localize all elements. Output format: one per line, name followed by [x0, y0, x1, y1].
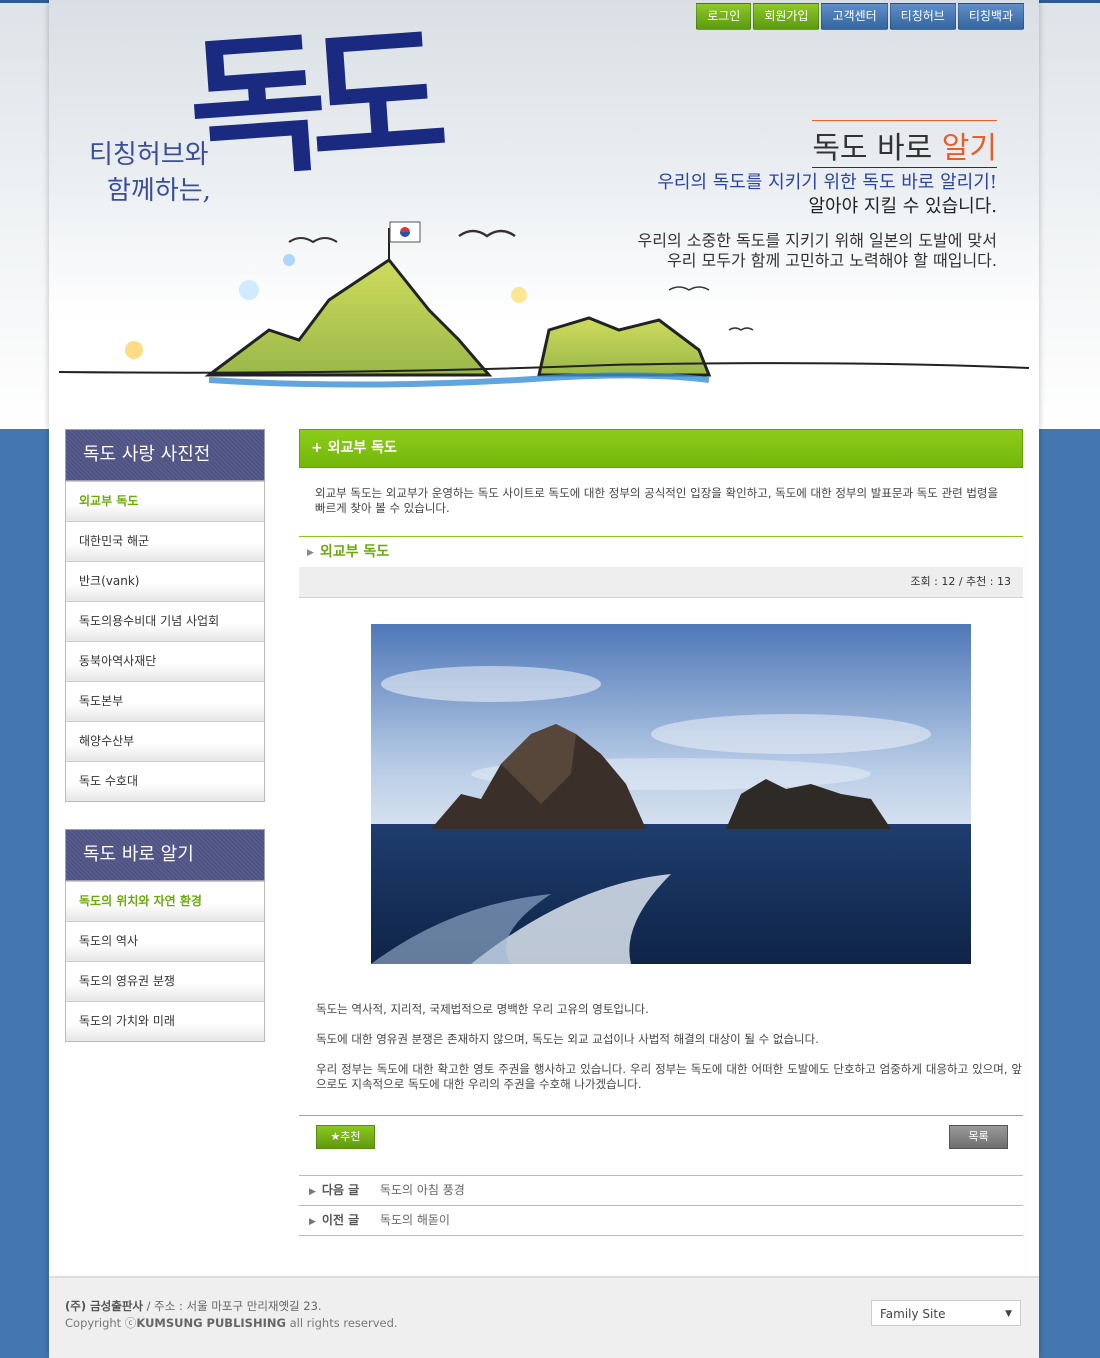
prev-post-title[interactable]: 독도의 해돋이 — [380, 1213, 450, 1227]
header-title-part-a: 독도 바로 — [812, 131, 942, 166]
sidebar-title: 독도 사랑 사진전 — [65, 429, 265, 481]
sidebar-list: 독도의 위치와 자연 환경 독도의 역사 독도의 영유권 분쟁 독도의 가치와 … — [65, 881, 265, 1042]
header-desc-2: 우리 모두가 함께 고민하고 노력해야 할 때입니다. — [666, 251, 997, 270]
triangle-right-icon: ▶ — [307, 548, 314, 558]
sidebar-item-dokdo-headquarters[interactable]: 독도본부 — [66, 681, 264, 721]
dokdo-photo-image — [371, 624, 971, 964]
family-site-label: Family Site — [880, 1307, 946, 1321]
sidebar-item-navy[interactable]: 대한민국 해군 — [66, 521, 264, 561]
sidebar-item-northeast-asian-history[interactable]: 동북아역사재단 — [66, 641, 264, 681]
triangle-right-icon: ▶ — [309, 1217, 316, 1227]
sidebar-know-dokdo: 독도 바로 알기 독도의 위치와 자연 환경 독도의 역사 독도의 영유권 분쟁… — [65, 829, 265, 1042]
sidebar-list: 외교부 독도 대한민국 해군 반크(vank) 독도의용수비대 기념 사업회 동… — [65, 481, 265, 802]
chevron-down-icon: ▼ — [1005, 1309, 1012, 1319]
footer-copyright: Copyright ⓒKUMSUNG PUBLISHING all rights… — [65, 1315, 398, 1331]
main-content: + 외교부 독도 외교부 독도는 외교부가 운영하는 독도 사이트로 독도에 대… — [299, 429, 1023, 1236]
post-meta: 조회 : 12 / 추천 : 13 — [299, 567, 1023, 598]
sidebar-item-volunteer-guard[interactable]: 독도의용수비대 기념 사업회 — [66, 601, 264, 641]
sidebar-item-oceans-fisheries[interactable]: 해양수산부 — [66, 721, 264, 761]
post-paragraph-3: 우리 정부는 독도에 대한 확고한 영토 주권을 행사하고 있습니다. 우리 정… — [316, 1062, 1022, 1091]
prev-post-label: 이전 글 — [321, 1213, 360, 1227]
footer-address: (주) 금성출판사 / 주소 : 서울 마포구 만리재옛길 23. — [65, 1298, 322, 1314]
sidebar-item-location-nature[interactable]: 독도의 위치와 자연 환경 — [66, 881, 264, 921]
customer-center-button[interactable]: 고객센터 — [821, 3, 888, 30]
copyright-company: KUMSUNG PUBLISHING — [136, 1316, 286, 1330]
header-banner: 독도 티칭허브와 함께하는, 독도 바로 알기 우리의 독도를 지키기 위한 독… — [49, 0, 1039, 429]
top-menu: 로그인 회원가입 고객센터 티칭허브 티칭백과 — [696, 3, 1024, 30]
post-action-bar: ★추천 목록 — [299, 1115, 1023, 1176]
logo-subtitle-2: 함께하는, — [107, 176, 211, 206]
login-button[interactable]: 로그인 — [696, 3, 752, 30]
sidebar-item-mofa-dokdo[interactable]: 외교부 독도 — [66, 481, 264, 521]
sidebar-item-vank[interactable]: 반크(vank) — [66, 561, 264, 601]
footer: (주) 금성출판사 / 주소 : 서울 마포구 만리재옛길 23. Copyri… — [49, 1276, 1039, 1358]
recommend-button[interactable]: ★추천 — [316, 1125, 375, 1149]
post-paragraph-1: 독도는 역사적, 지리적, 국제법적으로 명백한 우리 고유의 영토입니다. — [316, 1002, 649, 1016]
teaching-encyclopedia-button[interactable]: 티칭백과 — [957, 3, 1024, 30]
header-slogan-1: 우리의 독도를 지키기 위한 독도 바로 알리기! — [657, 172, 997, 193]
logo-title: 독도 — [183, 6, 435, 200]
next-post-link[interactable]: ▶ 다음 글 독도의 아침 풍경 — [299, 1175, 1023, 1205]
triangle-right-icon: ▶ — [309, 1187, 316, 1197]
intro-text: 외교부 독도는 외교부가 운영하는 독도 사이트로 독도에 대한 정부의 공식적… — [315, 486, 999, 515]
copyright-prefix: Copyright ⓒ — [65, 1316, 137, 1330]
page-title: + 외교부 독도 — [299, 429, 1023, 468]
footer-address-text: / 주소 : 서울 마포구 만리재옛길 23. — [143, 1299, 322, 1313]
dokdo-photo — [371, 624, 971, 964]
header-title-part-b: 알기 — [941, 131, 997, 166]
family-site-select[interactable]: Family Site ▼ — [871, 1300, 1021, 1326]
next-post-label: 다음 글 — [321, 1183, 360, 1197]
teachinghub-button[interactable]: 티칭허브 — [889, 3, 956, 30]
header-section-title: 독도 바로 알기 — [812, 120, 997, 168]
post-title-text: 외교부 독도 — [319, 544, 390, 560]
sidebar-title: 독도 바로 알기 — [65, 829, 265, 881]
sidebar-item-sovereignty-dispute[interactable]: 독도의 영유권 분쟁 — [66, 961, 264, 1001]
post-title: ▶ 외교부 독도 — [299, 536, 1023, 567]
sidebar-photo-contest: 독도 사랑 사진전 외교부 독도 대한민국 해군 반크(vank) 독도의용수비… — [65, 429, 265, 802]
copyright-suffix: all rights reserved. — [285, 1316, 398, 1330]
list-button[interactable]: 목록 — [949, 1125, 1008, 1149]
sidebar-item-value-future[interactable]: 독도의 가치와 미래 — [66, 1001, 264, 1041]
footer-company: (주) 금성출판사 — [65, 1299, 143, 1313]
prev-post-link[interactable]: ▶ 이전 글 독도의 해돋이 — [299, 1205, 1023, 1236]
sidebar-item-dokdo-guardians[interactable]: 독도 수호대 — [66, 761, 264, 801]
logo-subtitle-1: 티칭허브와 — [89, 140, 209, 170]
header-slogan-2: 알아야 지킬 수 있습니다. — [808, 196, 998, 217]
sidebar-item-history[interactable]: 독도의 역사 — [66, 921, 264, 961]
page-container: 독도 티칭허브와 함께하는, 독도 바로 알기 우리의 독도를 지키기 위한 독… — [49, 0, 1039, 1358]
post-body: 독도는 역사적, 지리적, 국제법적으로 명백한 우리 고유의 영토입니다. 독… — [316, 1002, 1022, 1107]
signup-button[interactable]: 회원가입 — [753, 3, 820, 30]
post-paragraph-2: 독도에 대한 영유권 분쟁은 존재하지 않으며, 독도는 외교 교섭이나 사법적… — [316, 1032, 819, 1046]
next-post-title[interactable]: 독도의 아침 풍경 — [380, 1183, 465, 1197]
